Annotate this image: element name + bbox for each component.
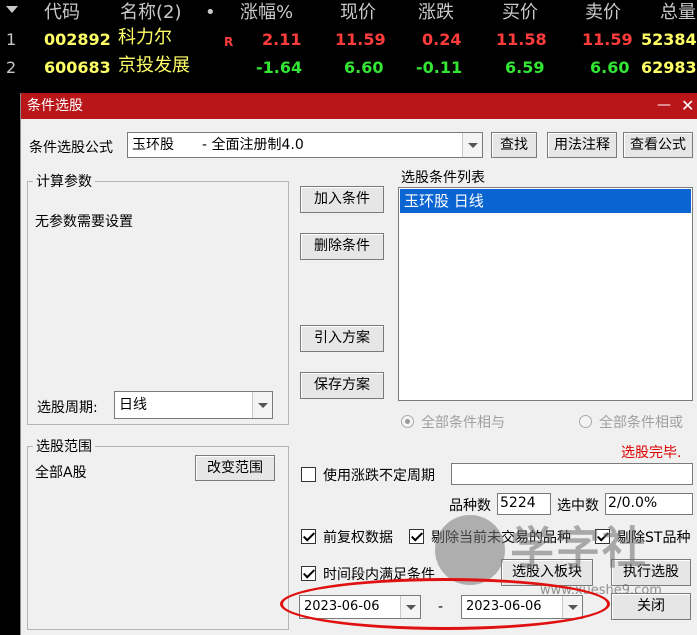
- radio-or[interactable]: [579, 415, 592, 428]
- col-header-name[interactable]: 名称(2): [120, 0, 182, 26]
- scope-group-title: 选股范围: [33, 436, 95, 456]
- stock-code: 002892: [44, 30, 111, 49]
- formula-value: 玉环股 - 全面注册制4.0: [132, 137, 304, 153]
- find-button[interactable]: 查找: [491, 132, 537, 158]
- col-header-volume[interactable]: 总量: [660, 0, 696, 26]
- save-plan-button[interactable]: 保存方案: [300, 372, 384, 399]
- bid-price: 6.59: [505, 58, 545, 77]
- variable-period-checkbox[interactable]: [301, 467, 316, 482]
- annotation-ellipse: [280, 578, 610, 630]
- pct-change: 2.11: [262, 30, 302, 49]
- radio-or-label: 全部条件相或: [599, 415, 683, 431]
- col-header-bid[interactable]: 买价: [502, 0, 538, 26]
- volume: 629837: [641, 58, 697, 77]
- radio-and-label: 全部条件相与: [421, 415, 505, 431]
- params-text: 无参数需要设置: [35, 214, 133, 230]
- dialog-title: 条件选股: [27, 98, 83, 114]
- col-header-pct[interactable]: 涨幅%: [240, 0, 293, 26]
- pct-change: -1.64: [256, 58, 303, 77]
- period-select[interactable]: 日线: [114, 391, 273, 419]
- prev-adjust-label: 前复权数据: [323, 530, 393, 546]
- period-label: 选股周期:: [37, 400, 98, 416]
- ask-price: 6.60: [590, 58, 630, 77]
- formula-label: 条件选股公式: [29, 140, 113, 156]
- col-header-code[interactable]: 代码: [44, 0, 80, 26]
- scope-value: 全部A股: [35, 465, 87, 481]
- col-header-price[interactable]: 现价: [340, 0, 376, 26]
- change-scope-button[interactable]: 改变范围: [195, 455, 275, 481]
- rong-flag-badge: R: [224, 35, 234, 49]
- stock-name: 京投发展: [118, 55, 190, 76]
- view-formula-button[interactable]: 查看公式: [623, 132, 693, 158]
- watermark-text: 学字社: [510, 523, 648, 574]
- col-header-dot[interactable]: •: [205, 0, 216, 26]
- col-header-change[interactable]: 涨跌: [418, 0, 454, 26]
- dialog-title-bar[interactable]: 条件选股 — ✕: [21, 93, 697, 119]
- prev-adjust-checkbox[interactable]: [301, 529, 316, 544]
- stock-grid: 代码 名称(2) • 涨幅% 现价 涨跌 买价 卖价 总量 1 002892 科…: [0, 0, 697, 93]
- stock-code: 600683: [44, 58, 111, 77]
- time-range-checkbox[interactable]: [301, 566, 316, 581]
- status-text: 选股完毕.: [621, 445, 682, 461]
- count-label: 品种数: [449, 498, 491, 514]
- params-group-title: 计算参数: [33, 171, 95, 191]
- stock-name: 科力尔: [118, 27, 172, 48]
- delete-condition-button[interactable]: 删除条件: [300, 233, 384, 260]
- formula-select[interactable]: 玉环股 - 全面注册制4.0: [127, 132, 483, 158]
- exclude-untraded-checkbox[interactable]: [409, 529, 424, 544]
- variable-period-input[interactable]: [451, 463, 693, 485]
- price: 6.60: [344, 58, 384, 77]
- change: 0.24: [422, 30, 462, 49]
- period-value: 日线: [119, 397, 147, 413]
- condition-list[interactable]: 玉环股 日线: [398, 187, 693, 401]
- minimize-icon[interactable]: —: [657, 93, 671, 117]
- price: 11.59: [335, 30, 386, 49]
- ask-price: 11.59: [582, 30, 633, 49]
- col-header-ask[interactable]: 卖价: [585, 0, 621, 26]
- chevron-down-icon[interactable]: [252, 392, 272, 418]
- bid-price: 11.58: [496, 30, 547, 49]
- chevron-down-icon[interactable]: [462, 133, 482, 157]
- change: -0.11: [416, 58, 463, 77]
- add-condition-button[interactable]: 加入条件: [300, 186, 384, 213]
- row-index: 2: [6, 58, 17, 77]
- sort-caret-icon[interactable]: [6, 6, 18, 13]
- condition-list-title: 选股条件列表: [401, 170, 485, 186]
- radio-and[interactable]: [401, 415, 414, 428]
- usage-notes-button[interactable]: 用法注释: [547, 132, 617, 158]
- watermark-logo-icon: [435, 515, 505, 585]
- import-plan-button[interactable]: 引入方案: [300, 325, 384, 352]
- volume: 523842: [641, 30, 697, 49]
- row-index: 1: [6, 30, 17, 49]
- variable-period-label: 使用涨跌不定周期: [323, 468, 435, 484]
- list-item[interactable]: 玉环股 日线: [400, 189, 691, 213]
- close-icon[interactable]: ✕: [681, 93, 694, 119]
